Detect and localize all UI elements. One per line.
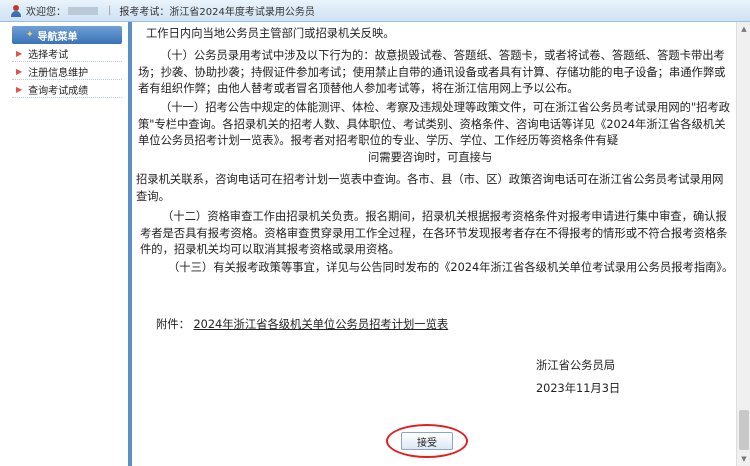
vertical-scrollbar[interactable]: ▲ ▼ [736,22,750,466]
sidebar-item-label: 选择考试 [28,49,69,61]
accept-button[interactable]: 接受 [401,432,453,450]
sidebar: ✦ 导航菜单 ▶ 选择考试 ▶ 注册信息维护 ▶ 查询考试成绩 [0,22,132,466]
arrow-right-icon: ▶ [16,48,23,58]
signer-name: 浙江省公务员局 [536,359,616,372]
sidebar-item-query-scores[interactable]: ▶ 查询考试成绩 [12,81,122,98]
nav-menu-title: 导航菜单 [37,31,78,43]
arrow-right-icon: ▶ [16,66,23,76]
announcement-content: 工作日内向当地公务员主管部门或招录机关反映。 （十）公务员录用考试中涉及以下行为… [136,22,736,466]
star-icon: ✦ [26,30,34,40]
accept-highlight-circle: 接受 [386,424,468,458]
scroll-down-icon[interactable]: ▼ [737,452,750,466]
sidebar-item-select-exam[interactable]: ▶ 选择考试 [12,45,122,62]
paragraph-10: （十）公务员录用考试中涉及以下行为的：故意损毁试卷、答题纸、答题卡，或者将试卷、… [138,49,726,95]
paragraph-11-tail: 问需要咨询时，可直接与 [368,151,493,164]
user-icon [10,4,22,17]
top-bar: 欢迎您： | 报考考试： 浙江省2024年度考试录用公务员 [0,0,750,22]
sidebar-item-label: 查询考试成绩 [28,85,89,97]
exam-label: 报考考试： [119,7,170,18]
attachment-label: 附件： [156,318,190,331]
paragraph-13: （十三）有关报考政策等事宜，详见与公告同时发布的《2024年浙江省各级机关单位考… [168,261,734,274]
paragraph-11: （十一）招考公告中规定的体能测评、体检、考察及违规处理等政策文件，可在浙江省公务… [138,101,731,147]
scroll-up-icon[interactable]: ▲ [737,22,750,36]
arrow-right-icon: ▶ [16,84,23,94]
attachment-link[interactable]: 2024年浙江省各级机关单位公务员招考计划一览表 [194,318,449,331]
divider: | [108,5,112,16]
exam-name: 浙江省2024年度考试录用公务员 [169,7,315,18]
paragraph-intro: 工作日内向当地公务员主管部门或招录机关反映。 [146,27,395,40]
sidebar-item-registration-info[interactable]: ▶ 注册信息维护 [12,63,122,80]
attachment-line: 附件： 2024年浙江省各级机关单位公务员招考计划一览表 [156,316,448,332]
welcome-label: 欢迎您： [26,7,66,18]
signing-date: 2023年11月3日 [536,382,621,395]
paragraph-12: （十二）资格审查工作由招录机关负责。报名期间，招录机关根据报考资格条件对报考申请… [140,210,728,256]
masked-username [68,6,98,15]
scrollbar-thumb[interactable] [739,410,749,450]
paragraph-contact: 招录机关联系，咨询电话可在招考计划一览表中查询。各市、县（市、区）政策咨询电话可… [136,173,724,203]
nav-menu-header: ✦ 导航菜单 [12,26,122,44]
sidebar-item-label: 注册信息维护 [28,67,89,79]
